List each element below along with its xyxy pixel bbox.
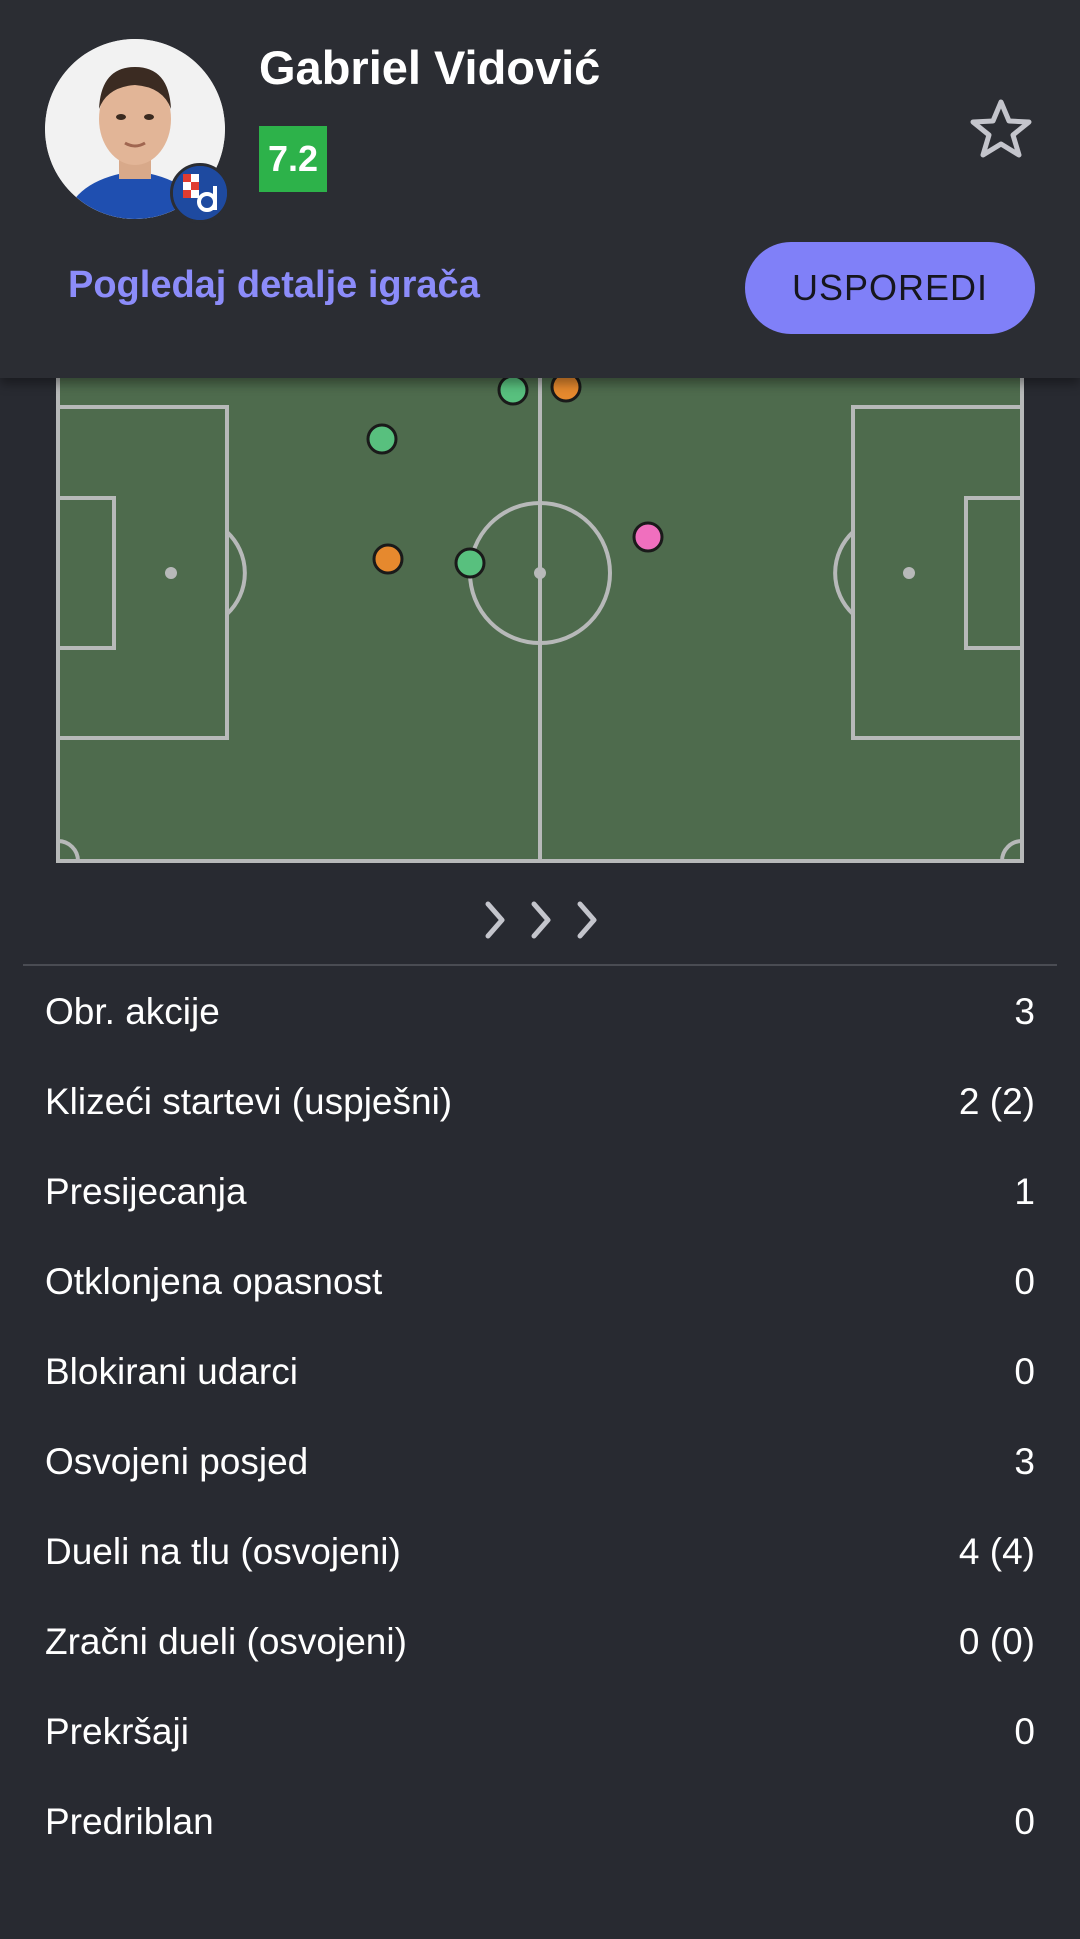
stat-label: Zračni dueli (osvojeni) [45,1621,407,1662]
stat-value: 0 [1014,1261,1035,1302]
heatmap-pitch [0,350,1080,870]
stat-label: Obr. akcije [45,991,220,1032]
stat-value: 0 [1014,1351,1035,1392]
stat-row: Klizeći startevi (uspješni) 2 (2) [45,1057,1035,1147]
stat-row: Osvojeni posjed 3 [45,1417,1035,1507]
stat-row: Zračni dueli (osvojeni) 0 (0) [45,1597,1035,1687]
stat-row: Blokirani udarci 0 [45,1327,1035,1417]
action-marker [366,423,398,455]
stat-row: Otklonjena opasnost 0 [45,1237,1035,1327]
stat-label: Blokirani udarci [45,1351,298,1392]
compare-button[interactable]: USPOREDI [745,242,1035,334]
stat-value: 1 [1014,1171,1035,1212]
stat-label: Otklonjena opasnost [45,1261,383,1302]
stat-row: Predriblan 0 [45,1777,1035,1867]
stat-label: Prekršaji [45,1711,189,1752]
stat-value: 0 [1014,1711,1035,1752]
action-marker [372,543,404,575]
player-header: Gabriel Vidović 7.2 Pogledaj detalje igr… [0,0,1080,378]
stat-label: Klizeći startevi (uspješni) [45,1081,453,1122]
stat-label: Dueli na tlu (osvojeni) [45,1531,401,1572]
pitch-svg [56,350,1024,863]
stat-label: Presijecanja [45,1171,247,1212]
action-marker [454,547,486,579]
left-penalty-spot [165,567,177,579]
stat-label: Osvojeni posjed [45,1441,309,1482]
defense-stats-list: Obr. akcije 3 Klizeći startevi (uspješni… [45,967,1035,1867]
stat-value: 4 (4) [958,1531,1035,1572]
action-marker [497,374,529,406]
stat-row: Dueli na tlu (osvojeni) 4 (4) [45,1507,1035,1597]
player-details-link[interactable]: Pogledaj detalje igrača [68,264,480,307]
stat-value: 3 [1014,991,1035,1032]
stat-value: 3 [1014,1441,1035,1482]
favorite-star-icon[interactable] [968,98,1034,160]
club-logo [170,163,230,223]
stat-value: 2 (2) [958,1081,1035,1122]
stat-row: Prekršaji 0 [45,1687,1035,1777]
attack-direction-chevron-right-icon [478,896,604,944]
stat-row: Obr. akcije 3 [45,967,1035,1057]
center-spot [534,567,546,579]
rating-badge: 7.2 [259,126,327,192]
stat-value: 0 (0) [958,1621,1035,1662]
action-marker [632,521,664,553]
stat-label: Predriblan [45,1801,214,1842]
stat-row: Presijecanja 1 [45,1147,1035,1237]
stat-value: 0 [1014,1801,1035,1842]
player-name: Gabriel Vidović [259,41,601,94]
right-penalty-spot [903,567,915,579]
section-divider [23,964,1057,966]
